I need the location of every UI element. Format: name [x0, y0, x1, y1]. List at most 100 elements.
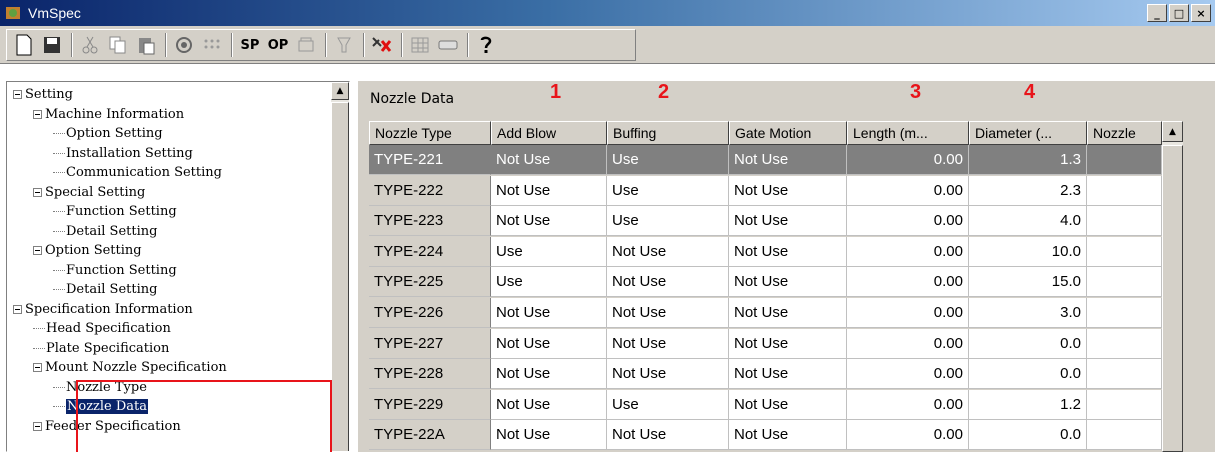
table-row[interactable]: TYPE-224 Use Not Use Not Use 0.00 10.0: [369, 236, 1162, 267]
table-cell[interactable]: TYPE-225: [369, 267, 491, 298]
new-icon[interactable]: [11, 32, 37, 58]
minimize-button[interactable]: _: [1147, 4, 1167, 22]
grid-scrollbar[interactable]: ▲: [1162, 121, 1183, 452]
tree-item[interactable]: Setting: [13, 86, 73, 104]
table-cell[interactable]: 0.0: [969, 420, 1087, 451]
table-cell[interactable]: 0.0: [969, 359, 1087, 390]
table-row[interactable]: TYPE-229 Not Use Use Not Use 0.00 1.2: [369, 389, 1162, 420]
table-row[interactable]: TYPE-222 Not Use Use Not Use 0.00 2.3: [369, 175, 1162, 206]
column-header[interactable]: Add Blow: [491, 121, 607, 145]
table-row[interactable]: TYPE-22A Not Use Not Use Not Use 0.00 0.0: [369, 420, 1162, 451]
target-icon[interactable]: [171, 32, 197, 58]
tree-item[interactable]: Special Setting: [33, 184, 145, 202]
collapse-icon[interactable]: [13, 304, 22, 314]
column-header[interactable]: Nozzle Type: [369, 121, 491, 145]
table-cell[interactable]: Use: [607, 389, 729, 420]
op-button[interactable]: OP: [265, 32, 291, 58]
table-row[interactable]: TYPE-223 Not Use Use Not Use 0.00 4.0: [369, 206, 1162, 237]
table-cell[interactable]: Not Use: [607, 420, 729, 451]
table-cell[interactable]: [1087, 328, 1162, 359]
tree-item[interactable]: Communication Setting: [53, 164, 222, 182]
table-cell[interactable]: TYPE-224: [369, 236, 491, 267]
table-row[interactable]: TYPE-221 Not Use Use Not Use 0.00 1.3: [369, 145, 1162, 175]
table-cell[interactable]: Use: [491, 267, 607, 298]
table-cell[interactable]: [1087, 420, 1162, 451]
table-cell[interactable]: Not Use: [729, 298, 847, 328]
table-cell[interactable]: [1087, 298, 1162, 328]
table-row[interactable]: TYPE-228 Not Use Not Use Not Use 0.00 0.0: [369, 359, 1162, 390]
grid-dots-icon[interactable]: [199, 32, 225, 58]
column-header[interactable]: Length (m...: [847, 121, 969, 145]
collapse-icon[interactable]: [33, 421, 42, 431]
table-cell[interactable]: TYPE-223: [369, 206, 491, 237]
table-cell[interactable]: 0.00: [847, 267, 969, 298]
collapse-icon[interactable]: [33, 246, 42, 255]
column-header[interactable]: Buffing: [607, 121, 729, 145]
copy-icon[interactable]: [105, 32, 131, 58]
table-cell[interactable]: 0.00: [847, 328, 969, 359]
table-cell[interactable]: 4.0: [969, 206, 1087, 237]
table-cell[interactable]: Not Use: [607, 267, 729, 298]
table-row[interactable]: TYPE-226 Not Use Not Use Not Use 0.00 3.0: [369, 298, 1162, 328]
table-cell[interactable]: Not Use: [491, 420, 607, 451]
table-cell[interactable]: [1087, 359, 1162, 390]
table-cell[interactable]: Not Use: [729, 328, 847, 359]
bug-icon[interactable]: [369, 32, 395, 58]
tree-item[interactable]: Option Setting: [33, 242, 142, 260]
tree-item[interactable]: Head Specification: [33, 320, 171, 338]
measure-icon[interactable]: [293, 32, 319, 58]
table-cell[interactable]: [1087, 267, 1162, 298]
table-cell[interactable]: 15.0: [969, 267, 1087, 298]
scroll-up-icon[interactable]: ▲: [331, 82, 349, 100]
table-cell[interactable]: Not Use: [491, 145, 607, 175]
table-cell[interactable]: 0.00: [847, 298, 969, 328]
tree-item[interactable]: Specification Information: [13, 301, 193, 319]
collapse-icon[interactable]: [33, 109, 42, 119]
table-cell[interactable]: 2.3: [969, 175, 1087, 206]
tree-item[interactable]: Option Setting: [53, 125, 163, 143]
table-cell[interactable]: 0.00: [847, 175, 969, 206]
table-cell[interactable]: Not Use: [729, 145, 847, 175]
save-icon[interactable]: [39, 32, 65, 58]
filter-icon[interactable]: [331, 32, 357, 58]
table-cell[interactable]: Not Use: [491, 175, 607, 206]
tree-item[interactable]: Mount Nozzle Specification: [33, 359, 227, 377]
table-cell[interactable]: 0.00: [847, 145, 969, 175]
table-cell[interactable]: [1087, 206, 1162, 237]
table-cell[interactable]: 1.3: [969, 145, 1087, 175]
device-icon[interactable]: [435, 32, 461, 58]
sp-button[interactable]: SP: [237, 32, 263, 58]
collapse-icon[interactable]: [33, 187, 42, 197]
table-cell[interactable]: Not Use: [729, 389, 847, 420]
table-cell[interactable]: 3.0: [969, 298, 1087, 328]
close-button[interactable]: ×: [1191, 4, 1211, 22]
table-row[interactable]: TYPE-227 Not Use Not Use Not Use 0.00 0.0: [369, 328, 1162, 359]
table-cell[interactable]: Not Use: [729, 267, 847, 298]
tree-item[interactable]: Detail Setting: [53, 223, 157, 241]
table-cell[interactable]: TYPE-229: [369, 389, 491, 420]
table-cell[interactable]: Not Use: [607, 359, 729, 390]
table-cell[interactable]: 0.00: [847, 206, 969, 237]
tree-item[interactable]: Plate Specification: [33, 340, 169, 358]
table-cell[interactable]: 0.00: [847, 389, 969, 420]
table-cell[interactable]: Use: [607, 206, 729, 237]
table-cell[interactable]: Not Use: [491, 206, 607, 237]
table-cell[interactable]: Not Use: [729, 420, 847, 451]
table-cell[interactable]: 10.0: [969, 236, 1087, 267]
table-cell[interactable]: Not Use: [491, 359, 607, 390]
table-cell[interactable]: 0.00: [847, 420, 969, 451]
column-header[interactable]: Gate Motion: [729, 121, 847, 145]
column-header[interactable]: Diameter (...: [969, 121, 1087, 145]
maximize-button[interactable]: □: [1169, 4, 1189, 22]
paste-icon[interactable]: [133, 32, 159, 58]
table-row[interactable]: TYPE-225 Use Not Use Not Use 0.00 15.0: [369, 267, 1162, 298]
scroll-up-icon[interactable]: ▲: [1162, 121, 1183, 142]
column-header[interactable]: Nozzle: [1087, 121, 1162, 145]
table-cell[interactable]: Not Use: [729, 206, 847, 237]
table-cell[interactable]: Not Use: [491, 389, 607, 420]
table-cell[interactable]: 0.00: [847, 236, 969, 267]
nozzle-data-grid[interactable]: Nozzle Type Add Blow Buffing Gate Motion Len…: [369, 121, 1183, 452]
table-cell[interactable]: 0.00: [847, 359, 969, 390]
table-cell[interactable]: TYPE-226: [369, 298, 491, 328]
table-cell[interactable]: 0.0: [969, 328, 1087, 359]
